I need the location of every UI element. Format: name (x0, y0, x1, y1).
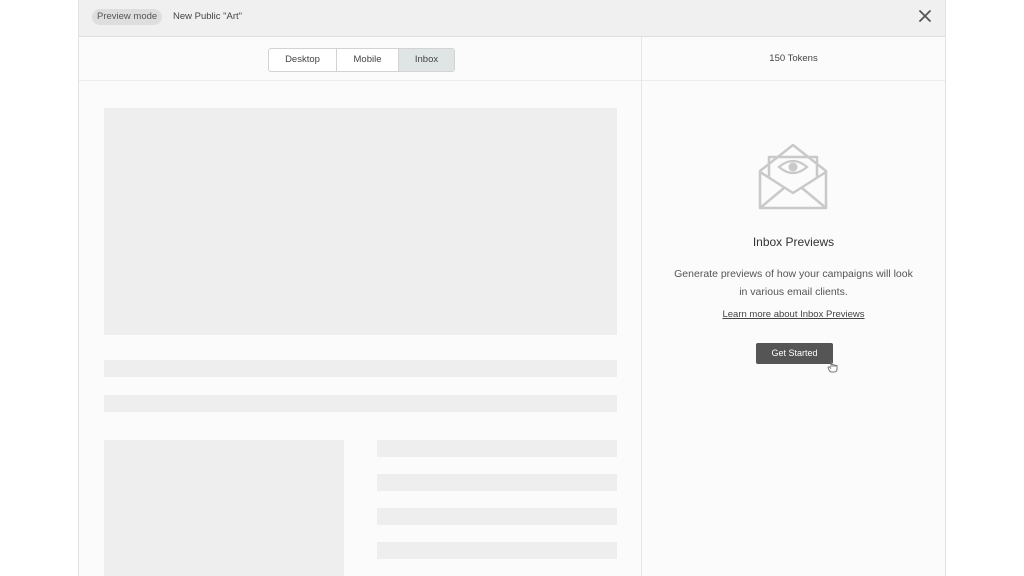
close-button[interactable] (917, 8, 933, 24)
inbox-previews-title: Inbox Previews (752, 235, 835, 249)
tab-inbox[interactable]: Inbox (398, 49, 454, 71)
tab-desktop[interactable]: Desktop (269, 49, 336, 71)
close-icon (919, 10, 931, 22)
placeholder-text-line (104, 395, 617, 412)
modal-header: Preview mode New Public "Art" (79, 0, 945, 37)
inbox-panel: 150 Tokens Inbox Previews Generate previ… (642, 37, 945, 576)
placeholder-hero-block (104, 108, 617, 335)
view-tabs: Desktop Mobile Inbox (268, 48, 455, 72)
placeholder-text-line (377, 474, 617, 491)
tokens-count: 150 Tokens (769, 53, 818, 64)
preview-modal: Preview mode New Public "Art" Desktop Mo… (78, 0, 946, 576)
inbox-previews-description: Generate previews of how your campaigns … (674, 268, 913, 298)
learn-more-row: Learn more about Inbox Previews (642, 309, 945, 320)
tab-mobile[interactable]: Mobile (336, 49, 398, 71)
placeholder-text-line (104, 360, 617, 377)
placeholder-image-block (104, 440, 344, 576)
placeholder-text-line (377, 440, 617, 457)
pointer-cursor-icon (827, 359, 839, 378)
learn-more-link[interactable]: Learn more about Inbox Previews (722, 309, 864, 320)
tokens-bar: 150 Tokens (642, 37, 945, 81)
placeholder-text-line (377, 542, 617, 559)
get-started-button[interactable]: Get Started (756, 343, 833, 364)
preview-mode-badge: Preview mode (92, 9, 163, 25)
view-switcher-bar: Desktop Mobile Inbox (79, 37, 641, 81)
preview-pane: Desktop Mobile Inbox (79, 37, 642, 576)
campaign-title: New Public "Art" (173, 11, 243, 22)
placeholder-text-line (377, 508, 617, 525)
envelope-eye-icon (757, 141, 829, 216)
